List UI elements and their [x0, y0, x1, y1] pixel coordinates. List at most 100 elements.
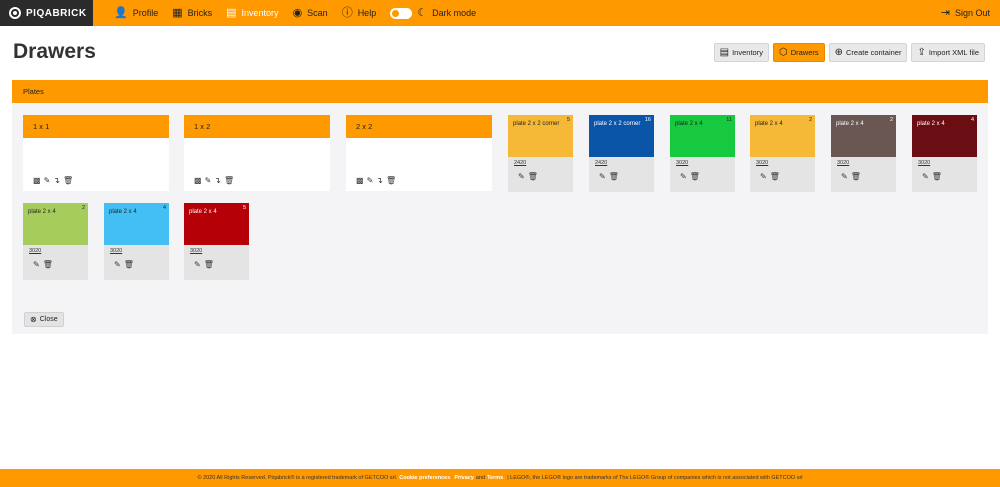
- nav-item-label: Bricks: [187, 8, 213, 18]
- brick-swatch: plate 2 x 2 corner 5: [508, 115, 573, 157]
- drawers-view-label: Drawers: [790, 48, 819, 57]
- edit-icon[interactable]: ✎: [367, 176, 374, 185]
- trash-icon[interactable]: 🗑: [63, 176, 73, 185]
- edit-icon[interactable]: ✎: [841, 172, 848, 181]
- nav-item-help[interactable]: ⓘ Help: [335, 0, 384, 26]
- nav-item-label: Scan: [307, 8, 328, 18]
- drawer-header: 1 x 2: [184, 115, 330, 138]
- trash-icon[interactable]: 🗑: [770, 172, 780, 181]
- trash-icon[interactable]: 🗑: [609, 172, 619, 181]
- brick-part-link[interactable]: 3020: [918, 160, 977, 166]
- drawer-card[interactable]: 1 x 2 ▩ ✎ ↴ 🗑: [184, 115, 330, 191]
- qr-code-icon[interactable]: ▩: [33, 176, 41, 185]
- move-icon[interactable]: ↴: [214, 176, 221, 185]
- trash-icon[interactable]: 🗑: [204, 260, 214, 269]
- brick-swatch: plate 2 x 4 2: [750, 115, 815, 157]
- brick-part-link[interactable]: 2420: [595, 160, 654, 166]
- header-actions: ▤ Inventory ⬡ Drawers ⊕ Create container…: [713, 43, 985, 62]
- brick-actions: ✎ 🗑: [841, 172, 896, 181]
- brick-card[interactable]: plate 2 x 4 2 3020 ✎ 🗑: [831, 115, 896, 192]
- edit-icon[interactable]: ✎: [114, 260, 121, 269]
- brick-card[interactable]: plate 2 x 2 corner 5 2420 ✎ 🗑: [508, 115, 573, 192]
- brick-count-badge: 5: [566, 117, 570, 123]
- drawer-card[interactable]: 2 x 2 ▩ ✎ ↴ 🗑: [346, 115, 492, 191]
- nav-item-scan[interactable]: ◉ Scan: [286, 0, 335, 26]
- close-label: Close: [39, 316, 58, 323]
- brand-name: PIQABRICK: [26, 7, 87, 19]
- brick-card[interactable]: plate 2 x 4 5 3020 ✎ 🗑: [184, 203, 249, 280]
- import-xml-button[interactable]: ⇪ Import XML file: [911, 43, 985, 62]
- dark-mode-toggle[interactable]: ☾ Dark mode: [383, 0, 483, 26]
- edit-icon[interactable]: ✎: [760, 172, 767, 181]
- brick-part-link[interactable]: 2420: [514, 160, 573, 166]
- brick-count-badge: 16: [644, 117, 651, 123]
- edit-icon[interactable]: ✎: [194, 260, 201, 269]
- close-button[interactable]: ⊗ Close: [24, 312, 64, 327]
- drawer-card[interactable]: 1 x 1 ▩ ✎ ↴ 🗑: [23, 115, 169, 191]
- brick-swatch: plate 2 x 4 2: [831, 115, 896, 157]
- brick-count-badge: 2: [808, 117, 812, 123]
- brick-part-link[interactable]: 3020: [190, 248, 249, 254]
- inventory-view-button[interactable]: ▤ Inventory: [713, 43, 769, 62]
- moon-icon: ☾: [417, 6, 428, 19]
- edit-icon[interactable]: ✎: [33, 260, 40, 269]
- trash-icon[interactable]: 🗑: [386, 176, 396, 185]
- brick-card[interactable]: plate 2 x 4 2 3020 ✎ 🗑: [23, 203, 88, 280]
- brick-part-link[interactable]: 3020: [756, 160, 815, 166]
- nav-item-inventory[interactable]: ▤ Inventory: [219, 0, 285, 26]
- brick-part-link[interactable]: 3020: [676, 160, 735, 166]
- inventory-box-icon: ▤: [719, 47, 730, 58]
- edit-icon[interactable]: ✎: [518, 172, 525, 181]
- create-container-button[interactable]: ⊕ Create container: [828, 43, 908, 62]
- sign-out-icon: ⇥: [940, 6, 950, 19]
- qr-code-icon[interactable]: ▩: [194, 176, 202, 185]
- brick-part-link[interactable]: 3020: [110, 248, 169, 254]
- edit-icon[interactable]: ✎: [922, 172, 929, 181]
- edit-icon[interactable]: ✎: [680, 172, 687, 181]
- brick-card[interactable]: plate 2 x 2 corner 16 2420 ✎ 🗑: [589, 115, 654, 192]
- brick-actions: ✎ 🗑: [33, 260, 88, 269]
- drawer-actions: ▩ ✎ ↴ 🗑: [356, 176, 396, 185]
- brick-name: plate 2 x 4: [836, 121, 864, 127]
- nav-item-label: Profile: [132, 8, 159, 18]
- trash-icon[interactable]: 🗑: [528, 172, 538, 181]
- cookie-preferences-link[interactable]: Cookie preferences: [399, 475, 450, 481]
- nav-item-profile[interactable]: 👤 Profile: [107, 0, 165, 26]
- terms-link[interactable]: Terms: [487, 475, 503, 481]
- brick-actions: ✎ 🗑: [680, 172, 735, 181]
- brick-part-link[interactable]: 3020: [29, 248, 88, 254]
- trash-icon[interactable]: 🗑: [43, 260, 53, 269]
- brick-part-link[interactable]: 3020: [837, 160, 896, 166]
- brick-swatch: plate 2 x 4 5: [184, 203, 249, 245]
- brick-count-badge: 4: [970, 117, 974, 123]
- brick-actions: ✎ 🗑: [599, 172, 654, 181]
- toggle-switch[interactable]: [390, 7, 413, 19]
- edit-icon[interactable]: ✎: [44, 176, 51, 185]
- section-header[interactable]: Plates: [12, 80, 988, 103]
- drawers-view-button[interactable]: ⬡ Drawers: [772, 43, 825, 62]
- brick-card[interactable]: plate 2 x 4 11 3020 ✎ 🗑: [670, 115, 735, 192]
- brand-logo[interactable]: PIQABRICK: [0, 0, 93, 26]
- footer-copyright: © 2020 All Rights Reserved. Piqabrick® i…: [197, 475, 398, 481]
- qr-code-icon[interactable]: ▩: [356, 176, 364, 185]
- privacy-link[interactable]: Privacy: [454, 475, 474, 481]
- trash-icon[interactable]: 🗑: [851, 172, 861, 181]
- edit-icon[interactable]: ✎: [205, 176, 212, 185]
- brick-card[interactable]: plate 2 x 4 4 3020 ✎ 🗑: [104, 203, 169, 280]
- edit-icon[interactable]: ✎: [599, 172, 606, 181]
- trash-icon[interactable]: 🗑: [932, 172, 942, 181]
- trash-icon[interactable]: 🗑: [224, 176, 234, 185]
- move-icon[interactable]: ↴: [53, 176, 60, 185]
- brick-name: plate 2 x 4: [675, 121, 703, 127]
- trash-icon[interactable]: 🗑: [690, 172, 700, 181]
- brick-card[interactable]: plate 2 x 4 4 3020 ✎ 🗑: [912, 115, 977, 192]
- brick-name: plate 2 x 2 corner: [594, 121, 641, 127]
- move-icon[interactable]: ↴: [376, 176, 383, 185]
- nav-item-bricks[interactable]: ▦ Bricks: [165, 0, 219, 26]
- brick-count-badge: 4: [162, 205, 166, 211]
- brick-card[interactable]: plate 2 x 4 2 3020 ✎ 🗑: [750, 115, 815, 192]
- brick-name: plate 2 x 4: [28, 209, 56, 215]
- trash-icon[interactable]: 🗑: [124, 260, 134, 269]
- sign-out-button[interactable]: ⇥ Sign Out: [934, 0, 1000, 26]
- cube-icon: ⬡: [778, 47, 788, 58]
